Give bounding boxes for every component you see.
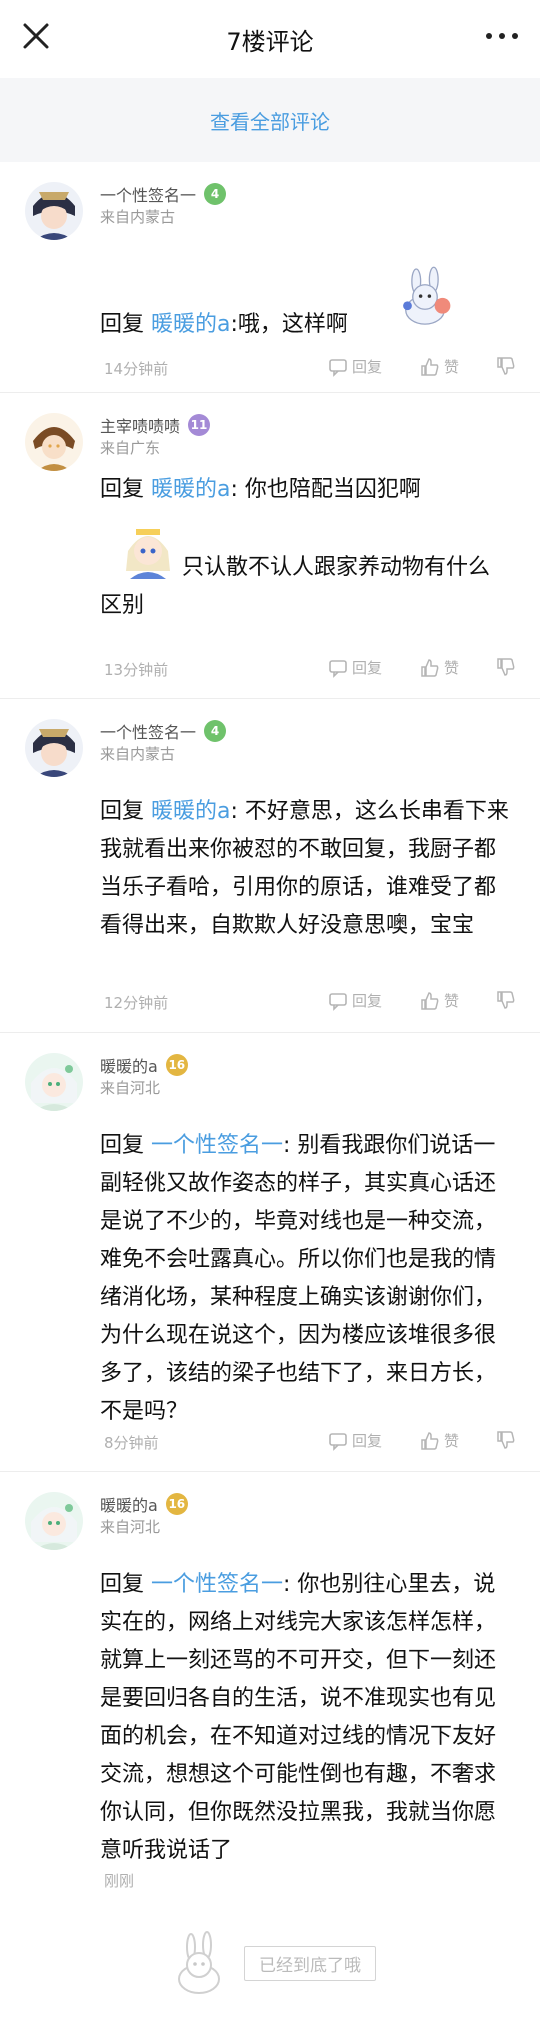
comment-body: 回复 暖暖的a: 不好意思，这么长串看下来我就看出来你被怼的不敢回复，我厨子都当…	[100, 799, 509, 938]
rabbit-mascot-icon	[178, 1930, 220, 1994]
location: 来自河北	[100, 1518, 161, 1536]
location: 来自内蒙古	[100, 208, 176, 226]
thumbs-down-icon[interactable]	[496, 990, 516, 1010]
thumbs-up-icon	[421, 1431, 439, 1450]
comment-item: 一个性签名一 4 来自内蒙古 回复 暖暖的a: 不好意思，这么长串看下来我就看出…	[0, 699, 540, 1033]
reply-icon	[329, 358, 347, 377]
timestamp: 13分钟前	[104, 661, 169, 679]
like-button[interactable]: 赞	[420, 1430, 459, 1451]
reply-button[interactable]: 回复	[328, 990, 382, 1011]
comment-text: : 别看我跟你们说话一副轻佻又故作姿态的样子，其实真心话还是说了不少的，毕竟对线…	[100, 1133, 497, 1424]
thumbs-up-icon	[421, 991, 439, 1010]
reply-button[interactable]: 回复	[328, 657, 382, 678]
username[interactable]: 一个性签名一	[100, 719, 196, 743]
comment-item: 一个性签名一 4 来自内蒙古 回复 暖暖的a:哦，这样啊 14分钟前 回复 赞	[0, 162, 540, 393]
reply-button[interactable]: 回复	[328, 356, 382, 377]
level-badge: 16	[165, 1493, 188, 1515]
comment-item: 暖暖的a 16 来自河北 回复 一个性签名一: 你也别往心里去，说实在的，网络上…	[0, 1472, 540, 1900]
comment-text-continued: 只认散不认人跟家养动物有什么区别	[100, 555, 491, 618]
reply-icon	[329, 1432, 347, 1451]
username[interactable]: 暖暖的a	[100, 1053, 158, 1077]
view-all-comments-link[interactable]: 查看全部评论	[210, 106, 330, 135]
mention-link[interactable]: 暖暖的a	[151, 312, 230, 337]
timestamp: 8分钟前	[104, 1434, 159, 1452]
mention-link[interactable]: 一个性签名一	[151, 1133, 283, 1158]
comment-body: 回复 一个性签名一: 别看我跟你们说话一副轻佻又故作姿态的样子，其实真心话还是说…	[100, 1133, 497, 1424]
level-badge: 4	[204, 720, 227, 742]
avatar[interactable]	[25, 719, 83, 777]
avatar[interactable]	[25, 1492, 83, 1550]
like-button[interactable]: 赞	[420, 990, 459, 1011]
comment-body: 回复 一个性签名一: 你也别往心里去，说实在的，网络上对线完大家该怎样怎样，就算…	[100, 1572, 497, 1863]
timestamp: 刚刚	[104, 1872, 135, 1890]
thumbs-up-icon	[421, 658, 439, 677]
top-bar: 7楼评论	[0, 0, 540, 78]
avatar[interactable]	[25, 182, 83, 240]
comment-text: : 你也别往心里去，说实在的，网络上对线完大家该怎样怎样，就算上一刻还骂的不可开…	[100, 1572, 497, 1863]
username-row: 暖暖的a 16	[100, 1492, 188, 1516]
mention-link[interactable]: 暖暖的a	[151, 799, 230, 824]
comment-item: 主宰啧啧啧 11 来自广东 回复 暖暖的a: 你也陪配当囚犯啊 只认散不认人跟家…	[0, 393, 540, 699]
level-badge: 16	[165, 1054, 188, 1076]
username-row: 暖暖的a 16	[100, 1053, 188, 1077]
reply-button[interactable]: 回复	[328, 1430, 382, 1451]
timestamp: 14分钟前	[104, 360, 169, 378]
username[interactable]: 主宰啧啧啧	[100, 413, 180, 437]
thumbs-down-icon[interactable]	[496, 657, 516, 677]
thumbs-down-icon[interactable]	[496, 1430, 516, 1450]
reply-icon	[329, 992, 347, 1011]
view-all-comments-bar: 查看全部评论	[0, 78, 540, 162]
level-badge: 4	[204, 183, 227, 205]
comment-body: 回复 暖暖的a:哦，这样啊	[100, 312, 348, 337]
page-title: 7楼评论	[226, 27, 314, 56]
username[interactable]: 一个性签名一	[100, 182, 196, 206]
comment-text: :哦，这样啊	[230, 312, 348, 337]
avatar[interactable]	[25, 413, 83, 471]
mention-link[interactable]: 一个性签名一	[151, 1572, 283, 1597]
timestamp: 12分钟前	[104, 994, 169, 1012]
username-row: 主宰啧啧啧 11	[100, 413, 211, 437]
thumbs-up-icon	[421, 357, 439, 376]
more-icon[interactable]	[486, 26, 518, 46]
comment-list: 一个性签名一 4 来自内蒙古 回复 暖暖的a:哦，这样啊 14分钟前 回复 赞	[0, 162, 540, 1900]
username[interactable]: 暖暖的a	[100, 1492, 158, 1516]
comment-text: : 你也陪配当囚犯啊	[230, 477, 421, 502]
end-of-list-label: 已经到底了哦	[244, 1946, 376, 1981]
comment-body: 回复 暖暖的a: 你也陪配当囚犯啊	[100, 477, 421, 502]
thumbs-down-icon[interactable]	[496, 356, 516, 376]
level-badge: 11	[188, 414, 211, 436]
mention-link[interactable]: 暖暖的a	[151, 477, 230, 502]
location: 来自广东	[100, 439, 161, 457]
like-button[interactable]: 赞	[420, 657, 459, 678]
like-button[interactable]: 赞	[420, 356, 459, 377]
end-of-list-footer: 已经到底了哦	[0, 1900, 540, 2027]
username-row: 一个性签名一 4	[100, 182, 227, 206]
close-icon[interactable]	[20, 20, 52, 52]
location: 来自河北	[100, 1079, 161, 1097]
comment-body-continued: 只认散不认人跟家养动物有什么区别	[100, 549, 510, 625]
username-row: 一个性签名一 4	[100, 719, 227, 743]
location: 来自内蒙古	[100, 745, 176, 763]
reply-icon	[329, 659, 347, 678]
avatar[interactable]	[25, 1053, 83, 1111]
comment-item: 暖暖的a 16 来自河北 回复 一个性签名一: 别看我跟你们说话一副轻佻又故作姿…	[0, 1033, 540, 1472]
